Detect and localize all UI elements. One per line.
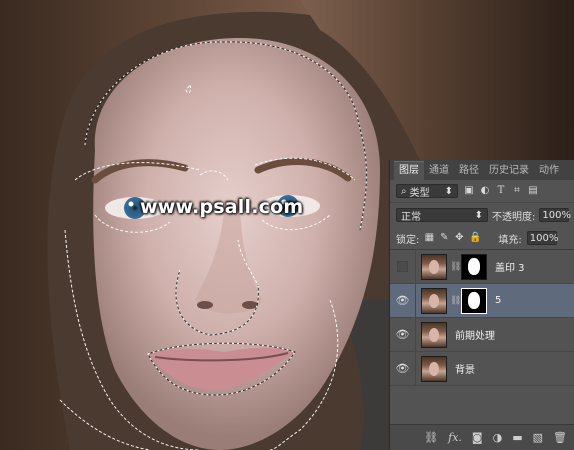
tab-paths[interactable]: 路径 xyxy=(454,162,484,180)
adjustment-icon[interactable]: ◑ xyxy=(493,431,503,444)
tab-layers[interactable]: 图层 xyxy=(394,161,424,180)
lock-row: 锁定: ▦ ✎ ✥ 🔒 填充: 100% xyxy=(390,227,574,250)
layer-mask-thumbnail[interactable] xyxy=(461,253,487,280)
layers-panel: 图层 通道 路径 历史记录 动作 ⌕ 类型 ⬍ ▣ ◐ T ⌗ ▤ 正常 ⬍ 不… xyxy=(389,160,574,450)
opacity-value: 100% xyxy=(542,209,571,221)
link-icon[interactable]: ⛓ xyxy=(424,431,438,444)
layers-list: ⛓ 盖印 3 👁 ⛓ 5 👁 前期处理 👁 背景 xyxy=(390,249,574,386)
visibility-toggle[interactable]: 👁 xyxy=(390,351,416,386)
layer-thumbnail xyxy=(421,355,447,382)
blend-mode-dropdown[interactable]: 正常 ⬍ xyxy=(396,208,488,223)
tab-actions[interactable]: 动作 xyxy=(534,162,564,180)
add-mask-icon[interactable]: ◙ xyxy=(472,431,483,444)
group-icon[interactable]: ▬ xyxy=(512,431,522,444)
filter-type-label: 类型 xyxy=(409,187,430,199)
watermark-text: www.psall.com xyxy=(140,196,304,218)
lock-transparent-icon[interactable]: ▦ xyxy=(424,233,434,243)
eye-icon: 👁 xyxy=(395,362,410,375)
delete-icon[interactable]: 🗑 xyxy=(553,431,567,444)
chevron-updown-icon: ⬍ xyxy=(444,185,453,197)
layer-name: 5 xyxy=(495,295,502,306)
eye-icon: 👁 xyxy=(395,294,410,307)
layer-thumbnail xyxy=(421,321,447,348)
visibility-toggle[interactable] xyxy=(390,249,416,284)
fill-field[interactable]: 100% xyxy=(526,231,559,245)
tab-history[interactable]: 历史记录 xyxy=(484,162,534,180)
fx-icon[interactable]: fx. xyxy=(448,431,462,444)
layer-row-preprocess[interactable]: 👁 前期处理 xyxy=(390,317,574,352)
visibility-off-box xyxy=(397,261,408,272)
fill-label: 填充: xyxy=(498,234,522,246)
lock-position-icon[interactable]: ✥ xyxy=(454,233,464,243)
visibility-toggle[interactable]: 👁 xyxy=(390,283,416,318)
filter-type-dropdown[interactable]: ⌕ 类型 ⬍ xyxy=(396,184,458,199)
lock-all-icon[interactable]: 🔒 xyxy=(469,233,481,243)
blend-mode-value: 正常 xyxy=(401,211,421,223)
layer-row-stamp3[interactable]: ⛓ 盖印 3 xyxy=(390,249,574,284)
layer-name: 盖印 3 xyxy=(495,263,525,274)
panel-bottom-toolbar: ⛓ fx. ◙ ◑ ▬ ▧ 🗑 xyxy=(390,424,574,450)
image-filter-icon[interactable]: ▣ xyxy=(464,186,474,196)
layer-thumbnail xyxy=(421,287,447,314)
lock-label: 锁定: xyxy=(396,234,420,246)
visibility-toggle[interactable]: 👁 xyxy=(390,317,416,352)
filter-row: ⌕ 类型 ⬍ ▣ ◐ T ⌗ ▤ xyxy=(390,180,574,203)
layer-mask-thumbnail[interactable] xyxy=(461,287,487,314)
eye-icon: 👁 xyxy=(395,328,410,341)
search-icon: ⌕ xyxy=(401,185,407,197)
smart-object-filter-icon[interactable]: ▤ xyxy=(528,186,538,196)
layer-name: 背景 xyxy=(455,365,475,376)
layer-thumbnail xyxy=(421,253,447,280)
layer-name: 前期处理 xyxy=(455,331,495,342)
chain-link-icon[interactable]: ⛓ xyxy=(450,262,461,272)
chevron-updown-icon: ⬍ xyxy=(474,209,483,221)
tab-channels[interactable]: 通道 xyxy=(424,162,454,180)
new-layer-icon[interactable]: ▧ xyxy=(533,431,543,444)
type-filter-icon[interactable]: T xyxy=(496,186,506,196)
fill-value: 100% xyxy=(529,232,559,244)
adjustment-filter-icon[interactable]: ◐ xyxy=(480,186,490,196)
layer-row-5[interactable]: 👁 ⛓ 5 xyxy=(390,283,574,318)
opacity-field[interactable]: 100% xyxy=(539,208,571,222)
panel-tabs: 图层 通道 路径 历史记录 动作 xyxy=(390,160,574,180)
shape-filter-icon[interactable]: ⌗ xyxy=(512,186,522,196)
blend-row: 正常 ⬍ 不透明度: 100% xyxy=(390,203,574,227)
lock-pixels-icon[interactable]: ✎ xyxy=(439,233,449,243)
chain-link-icon[interactable]: ⛓ xyxy=(450,296,461,306)
opacity-label: 不透明度: xyxy=(492,211,536,223)
layer-row-background[interactable]: 👁 背景 xyxy=(390,351,574,386)
